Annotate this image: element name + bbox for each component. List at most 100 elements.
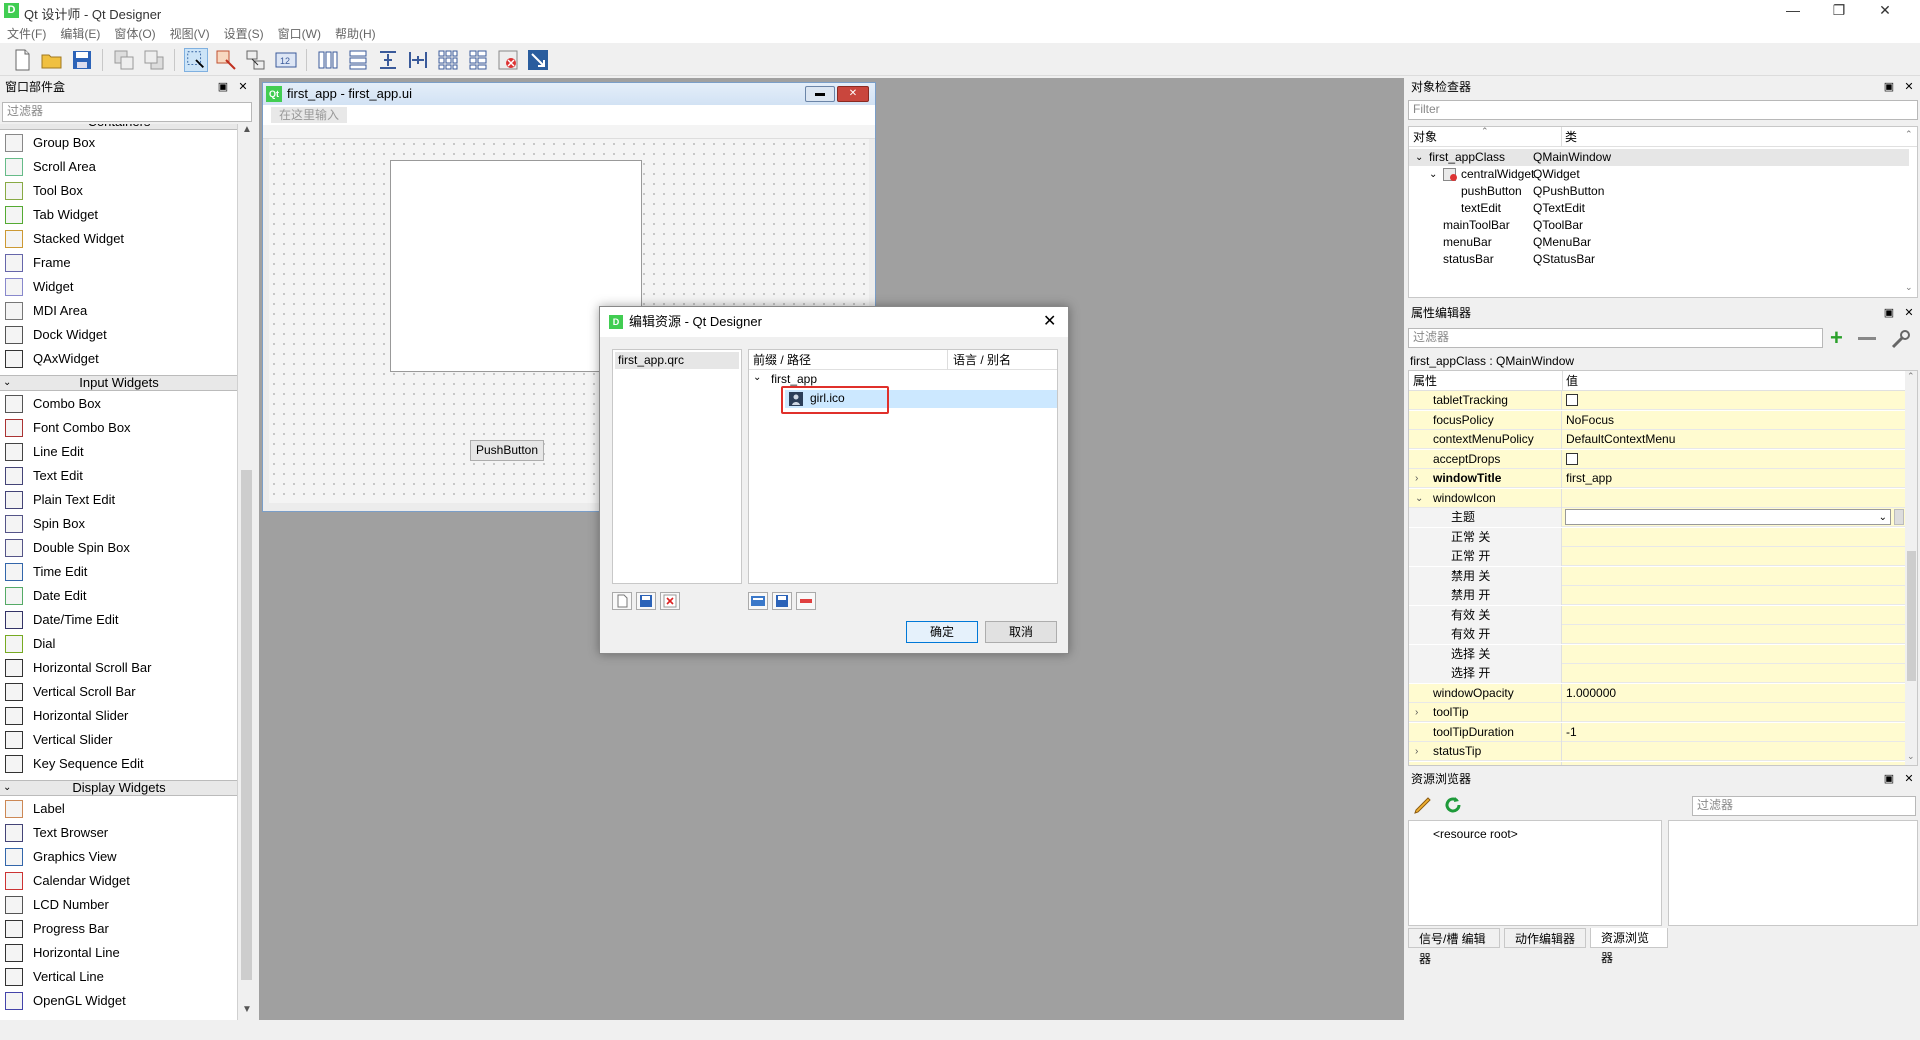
edit-resources-pencil-icon[interactable] [1412,794,1434,816]
object-row-textEdit[interactable]: textEdit QTextEdit [1409,200,1909,217]
widget-item-font-combo-box[interactable]: Font Combo Box [0,416,237,440]
property-row-18[interactable]: › statusTip [1409,742,1905,761]
form-close-button[interactable]: ✕ [837,86,869,102]
close-icon[interactable]: ✕ [1902,304,1916,322]
widget-item-vertical-scroll-bar[interactable]: Vertical Scroll Bar [0,680,237,704]
col-class[interactable]: 类 [1565,127,1577,147]
property-checkbox[interactable] [1566,394,1578,406]
widget-item-date-edit[interactable]: Date Edit [0,584,237,608]
tab-1[interactable]: 动作编辑器 [1504,928,1586,948]
property-row-9[interactable]: 禁用 关 [1409,566,1905,586]
widget-item-key-sequence-edit[interactable]: Key Sequence Edit [0,752,237,776]
property-row-12[interactable]: 有效 开 [1409,625,1905,644]
chevron-right-icon[interactable]: › [1415,742,1418,761]
new-file-icon[interactable] [10,48,34,72]
cancel-button[interactable]: 取消 [985,621,1057,643]
property-row-1[interactable]: focusPolicy NoFocus [1409,410,1905,430]
object-row-first_appClass[interactable]: ⌄ first_appClass QMainWindow [1409,149,1909,166]
widget-item-text-edit[interactable]: Text Edit [0,464,237,488]
widget-item-date-time-edit[interactable]: Date/Time Edit [0,608,237,632]
property-scrollbar[interactable]: ⌃ ⌄ [1905,371,1917,765]
object-filter-input[interactable]: Filter [1408,100,1918,120]
menu-item-0[interactable]: 文件(F) [0,23,53,44]
menu-item-3[interactable]: 视图(V) [163,23,217,44]
reset-property-button[interactable] [1894,509,1904,525]
layout-splitter-v-icon[interactable] [406,48,430,72]
type-here-placeholder[interactable]: 在这里输入 [271,107,348,123]
property-row-15[interactable]: windowOpacity 1.000000 [1409,683,1905,703]
widget-item-widget[interactable]: Widget [0,275,237,299]
object-row-statusBar[interactable]: statusBar QStatusBar [1409,251,1909,268]
property-row-3[interactable]: acceptDrops [1409,449,1905,469]
form-minimize-button[interactable]: ▬ [805,86,835,102]
widget-item-vertical-slider[interactable]: Vertical Slider [0,728,237,752]
widget-item-graphics-view[interactable]: Graphics View [0,845,237,869]
widget-item-lcd-number[interactable]: LCD Number [0,893,237,917]
property-row-13[interactable]: 选择 关 [1409,644,1905,664]
edit-widgets-icon[interactable] [184,48,208,72]
expand-chevron-icon[interactable]: ⌄ [1429,166,1437,183]
property-row-0[interactable]: tabletTracking [1409,391,1905,410]
remove-file-icon[interactable] [796,592,816,610]
close-icon[interactable]: ✕ [1902,770,1916,788]
object-row-menuBar[interactable]: menuBar QMenuBar [1409,234,1909,251]
widget-item-dial[interactable]: Dial [0,632,237,656]
dialog-close-icon[interactable]: ✕ [1043,307,1056,337]
property-row-10[interactable]: 禁用 开 [1409,586,1905,605]
menu-item-2[interactable]: 窗体(O) [107,23,162,44]
object-tree-scrollbar[interactable]: ⌃ ⌄ [1903,127,1917,297]
property-scroll-thumb[interactable] [1907,551,1916,681]
open-folder-icon[interactable] [40,48,64,72]
ok-button[interactable]: 确定 [906,621,978,643]
adjust-size-icon[interactable] [526,48,550,72]
float-icon[interactable]: ▣ [216,78,230,96]
widget-item-time-edit[interactable]: Time Edit [0,560,237,584]
float-icon[interactable]: ▣ [1882,304,1896,322]
new-qrc-icon[interactable] [612,592,632,610]
widget-item-mdi-area[interactable]: MDI Area [0,299,237,323]
scroll-up-icon[interactable]: ▲ [242,124,252,135]
widget-item-calendar-widget[interactable]: Calendar Widget [0,869,237,893]
add-files-icon[interactable] [772,592,792,610]
prefix-item[interactable]: first_app [771,372,817,386]
layout-form-icon[interactable] [466,48,490,72]
theme-combo-box[interactable]: ⌄ [1565,509,1891,525]
property-filter-input[interactable]: 过滤器 [1408,328,1823,348]
object-row-pushButton[interactable]: pushButton QPushButton [1409,183,1909,200]
menu-item-5[interactable]: 窗口(W) [271,23,328,44]
property-row-8[interactable]: 正常 开 [1409,547,1905,566]
widget-item-double-spin-box[interactable]: Double Spin Box [0,536,237,560]
float-icon[interactable]: ▣ [1882,770,1896,788]
widget-item-group-box[interactable]: Group Box [0,131,237,155]
widget-item-tool-box[interactable]: Tool Box [0,179,237,203]
widget-item-vertical-line[interactable]: Vertical Line [0,965,237,989]
object-row-centralWidget[interactable]: ⌄ centralWidget QWidget [1409,166,1909,183]
edit-tab-order-icon[interactable]: 12 [274,48,298,72]
close-icon[interactable]: ✕ [236,78,250,96]
widget-filter-input[interactable]: 过滤器 [2,102,252,122]
widget-item-scroll-area[interactable]: Scroll Area [0,155,237,179]
tab-0[interactable]: 信号/槽 编辑器 [1408,928,1500,966]
widget-item-progress-bar[interactable]: Progress Bar [0,917,237,941]
widget-item-combo-box[interactable]: Combo Box [0,392,237,416]
menu-item-1[interactable]: 编辑(E) [53,23,107,44]
menu-item-4[interactable]: 设置(S) [217,23,271,44]
form-push-button[interactable]: PushButton [470,440,544,461]
tab-2[interactable]: 资源浏览器 [1590,928,1668,965]
property-row-17[interactable]: toolTipDuration -1 [1409,722,1905,742]
break-layout-icon[interactable] [496,48,520,72]
chevron-down-icon[interactable]: ⌄ [1415,489,1423,508]
edit-buddies-icon[interactable] [244,48,268,72]
form-title-bar[interactable]: Qt first_app - first_app.ui ▬ ✕ [263,83,875,105]
configure-wrench-icon[interactable] [1890,328,1912,350]
open-qrc-icon[interactable] [636,592,656,610]
chevron-right-icon[interactable]: › [1415,469,1418,488]
resource-filter-input[interactable]: 过滤器 [1692,796,1916,816]
scroll-down-icon[interactable]: ▼ [242,1004,252,1015]
widget-item-horizontal-line[interactable]: Horizontal Line [0,941,237,965]
widget-item-spin-box[interactable]: Spin Box [0,512,237,536]
col-object[interactable]: 对象 [1413,127,1437,147]
widget-item-opengl-widget[interactable]: OpenGL Widget [0,989,237,1013]
chevron-right-icon[interactable]: › [1415,762,1418,766]
layout-vertical-icon[interactable] [346,48,370,72]
